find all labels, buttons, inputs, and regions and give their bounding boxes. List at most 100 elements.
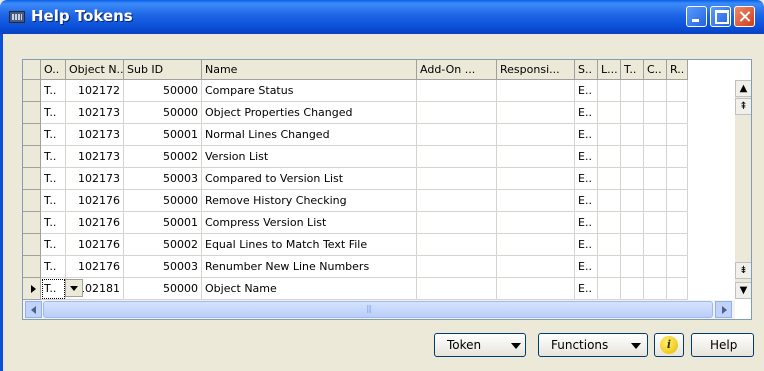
scroll-top-icon[interactable]: ⇞: [735, 98, 751, 115]
cell-empty[interactable]: [417, 234, 497, 256]
help-tokens-grid[interactable]: O.. Object N... Sub ID Name Add-On ... Respon…: [22, 59, 752, 320]
cell-sub_id[interactable]: 50000: [124, 190, 202, 212]
cell-type[interactable]: T..: [41, 278, 83, 300]
cell-empty[interactable]: [667, 124, 688, 146]
cell-empty[interactable]: [621, 168, 644, 190]
cell-empty[interactable]: [598, 168, 621, 190]
row-selector[interactable]: [23, 278, 41, 300]
cell-object_no[interactable]: 102173: [66, 102, 124, 124]
cell-empty[interactable]: [667, 80, 688, 102]
row-selector[interactable]: [23, 234, 41, 256]
cell-object_no[interactable]: 102172: [66, 80, 124, 102]
cell-sub_id[interactable]: 50001: [124, 212, 202, 234]
table-row[interactable]: T.. 102173 50002 Version List E..: [23, 146, 688, 168]
cell-sub_id[interactable]: 50000: [124, 80, 202, 102]
cell-empty[interactable]: [598, 256, 621, 278]
cell-name[interactable]: Equal Lines to Match Text File: [202, 234, 417, 256]
column-header[interactable]: Sub ID: [124, 60, 202, 80]
column-header[interactable]: Responsi...: [497, 60, 575, 80]
scroll-right-icon[interactable]: [715, 301, 732, 318]
close-button[interactable]: [734, 6, 755, 27]
cell-name[interactable]: Object Name: [202, 278, 417, 300]
cell-empty[interactable]: [621, 146, 644, 168]
cell-empty[interactable]: [598, 278, 621, 300]
cell-type[interactable]: T..: [41, 80, 66, 102]
info-button[interactable]: i: [654, 333, 684, 357]
column-header[interactable]: R..: [667, 60, 688, 80]
cell-s[interactable]: E..: [575, 124, 598, 146]
cell-s[interactable]: E..: [575, 168, 598, 190]
table-row[interactable]: T.. 102176 50001 Compress Version List E..: [23, 212, 688, 234]
cell-sub_id[interactable]: 50003: [124, 168, 202, 190]
column-header[interactable]: Name: [202, 60, 417, 80]
table-row[interactable]: T.. 102176 50000 Remove History Checking E..: [23, 190, 688, 212]
cell-type[interactable]: T..: [41, 190, 66, 212]
row-selector[interactable]: [23, 168, 41, 190]
cell-empty[interactable]: [417, 80, 497, 102]
cell-object_no[interactable]: 102173: [66, 168, 124, 190]
row-selector[interactable]: [23, 212, 41, 234]
cell-sub_id[interactable]: 50000: [124, 102, 202, 124]
cell-sub_id[interactable]: 50001: [124, 124, 202, 146]
cell-empty[interactable]: [621, 278, 644, 300]
cell-s[interactable]: E..: [575, 146, 598, 168]
cell-empty[interactable]: [621, 80, 644, 102]
cell-s[interactable]: E..: [575, 212, 598, 234]
cell-name[interactable]: Version List: [202, 146, 417, 168]
cell-object_no[interactable]: 102176: [66, 256, 124, 278]
vertical-scrollbar[interactable]: ▲ ⇞ ⇟ ▼: [735, 80, 751, 299]
cell-empty[interactable]: [417, 124, 497, 146]
scroll-left-icon[interactable]: [25, 301, 42, 318]
cell-empty[interactable]: [497, 190, 575, 212]
cell-s[interactable]: E..: [575, 234, 598, 256]
cell-name[interactable]: Compared to Version List: [202, 168, 417, 190]
cell-empty[interactable]: [417, 256, 497, 278]
cell-empty[interactable]: [667, 168, 688, 190]
column-header[interactable]: S..: [575, 60, 598, 80]
cell-empty[interactable]: [644, 190, 667, 212]
cell-object_no[interactable]: 102173: [66, 146, 124, 168]
cell-empty[interactable]: [417, 168, 497, 190]
cell-empty[interactable]: [497, 256, 575, 278]
cell-empty[interactable]: [667, 212, 688, 234]
token-button[interactable]: Token: [434, 333, 526, 357]
cell-empty[interactable]: [598, 190, 621, 212]
cell-sub_id[interactable]: 50002: [124, 234, 202, 256]
cell-empty[interactable]: [644, 124, 667, 146]
cell-empty[interactable]: [497, 212, 575, 234]
cell-empty[interactable]: [667, 146, 688, 168]
cell-object_no[interactable]: 102176: [66, 190, 124, 212]
cell-empty[interactable]: [417, 102, 497, 124]
cell-s[interactable]: E..: [575, 256, 598, 278]
row-selector[interactable]: [23, 146, 41, 168]
row-selector[interactable]: [23, 190, 41, 212]
cell-empty[interactable]: [598, 146, 621, 168]
cell-empty[interactable]: [598, 124, 621, 146]
cell-name[interactable]: Compress Version List: [202, 212, 417, 234]
cell-type[interactable]: T..: [41, 124, 66, 146]
table-row[interactable]: T.. 102172 50000 Compare Status E..: [23, 80, 688, 102]
cell-s[interactable]: E..: [575, 80, 598, 102]
column-header[interactable]: Add-On ...: [417, 60, 497, 80]
row-selector[interactable]: [23, 124, 41, 146]
cell-sub_id[interactable]: 50003: [124, 256, 202, 278]
cell-name[interactable]: Compare Status: [202, 80, 417, 102]
cell-empty[interactable]: [644, 212, 667, 234]
cell-s[interactable]: E..: [575, 190, 598, 212]
column-header[interactable]: L...: [598, 60, 621, 80]
title-bar[interactable]: Help Tokens: [0, 0, 764, 34]
cell-empty[interactable]: [598, 234, 621, 256]
cell-empty[interactable]: [497, 234, 575, 256]
cell-type[interactable]: T..: [41, 168, 66, 190]
cell-empty[interactable]: [621, 234, 644, 256]
cell-empty[interactable]: [497, 124, 575, 146]
cell-name[interactable]: Object Properties Changed: [202, 102, 417, 124]
cell-empty[interactable]: [497, 102, 575, 124]
cell-empty[interactable]: [417, 212, 497, 234]
scroll-down-icon[interactable]: ▼: [735, 282, 751, 299]
cell-empty[interactable]: [497, 168, 575, 190]
cell-object_no[interactable]: 102176: [66, 212, 124, 234]
cell-empty[interactable]: [667, 256, 688, 278]
cell-sub_id[interactable]: 50002: [124, 146, 202, 168]
cell-empty[interactable]: [598, 102, 621, 124]
